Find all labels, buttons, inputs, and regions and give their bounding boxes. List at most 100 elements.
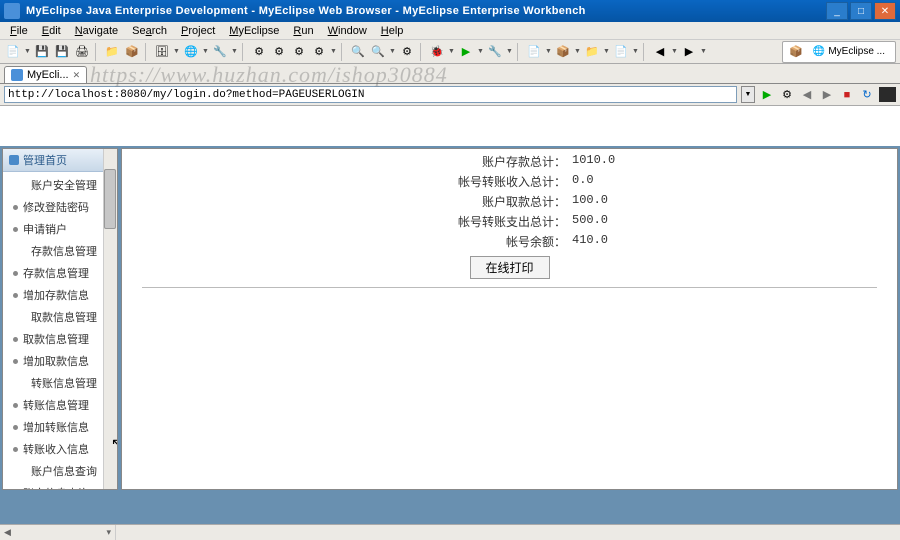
forward-icon[interactable]: ▶ bbox=[680, 43, 698, 61]
back-icon[interactable]: ◀ bbox=[799, 87, 815, 103]
dropdown-icon[interactable]: ▼ bbox=[202, 48, 209, 55]
db-icon[interactable]: 🗄 bbox=[153, 43, 171, 61]
sidebar-item-2[interactable]: 申请销户 bbox=[3, 218, 117, 240]
debug-icon[interactable]: 🐞 bbox=[428, 43, 446, 61]
sidebar-item-label: 取款信息管理 bbox=[23, 331, 89, 347]
dropdown-icon[interactable]: ▼ bbox=[389, 48, 396, 55]
stop-icon[interactable]: ■ bbox=[839, 87, 855, 103]
address-bar: ▼ ▶ ⚙ ◀ ▶ ■ ↻ bbox=[0, 84, 900, 106]
sidebar-item-4[interactable]: 存款信息管理 bbox=[3, 262, 117, 284]
gear-icon[interactable]: ⚙ bbox=[270, 43, 288, 61]
pkg-icon[interactable]: 📦 bbox=[123, 43, 141, 61]
run-icon[interactable]: ▶ bbox=[457, 43, 475, 61]
search-icon[interactable]: 🔍 bbox=[349, 43, 367, 61]
sidebar-item-0[interactable]: 账户安全管理 bbox=[3, 174, 117, 196]
perspective-globe-icon: 🌐 bbox=[813, 46, 825, 57]
dropdown-icon[interactable]: ▼ bbox=[671, 48, 678, 55]
menu-run[interactable]: Run bbox=[287, 24, 319, 38]
globe-icon[interactable]: 🌐 bbox=[182, 43, 200, 61]
menu-navigate[interactable]: Navigate bbox=[69, 24, 124, 38]
new-project-icon[interactable]: 📦 bbox=[554, 43, 572, 61]
save-icon[interactable]: 💾 bbox=[33, 43, 51, 61]
sidebar-item-12[interactable]: 转账收入信息 bbox=[3, 438, 117, 460]
stat-row-1: 帐号转账收入总计：0.0 bbox=[142, 173, 877, 190]
dropdown-icon[interactable]: ▼ bbox=[330, 48, 337, 55]
gear-icon[interactable]: ⚙ bbox=[310, 43, 328, 61]
chevron-down-icon[interactable]: ▾ bbox=[106, 527, 111, 538]
print-icon[interactable]: 🖨 bbox=[73, 43, 91, 61]
menu-search[interactable]: Search bbox=[126, 24, 173, 38]
perspective-icon[interactable]: 📦 bbox=[787, 43, 805, 61]
perspective-switcher[interactable]: 📦 🌐MyEclipse ... bbox=[782, 41, 896, 63]
sidebar-item-11[interactable]: 增加转账信息 bbox=[3, 416, 117, 438]
url-dropdown[interactable]: ▼ bbox=[741, 86, 755, 103]
menu-edit[interactable]: Edit bbox=[36, 24, 67, 38]
gear-icon[interactable]: ⚙ bbox=[250, 43, 268, 61]
sidebar-item-8[interactable]: 增加取款信息 bbox=[3, 350, 117, 372]
new-icon[interactable]: 📄 bbox=[4, 43, 22, 61]
sidebar-item-5[interactable]: 增加存款信息 bbox=[3, 284, 117, 306]
new-folder-icon[interactable]: 📁 bbox=[583, 43, 601, 61]
ext-icon[interactable]: 🔧 bbox=[211, 43, 229, 61]
dropdown-icon[interactable]: ▼ bbox=[632, 48, 639, 55]
url-input[interactable] bbox=[4, 86, 737, 103]
sidebar-header[interactable]: 管理首页 bbox=[3, 149, 117, 172]
sidebar-item-10[interactable]: 转账信息管理 bbox=[3, 394, 117, 416]
sidebar-header-label: 管理首页 bbox=[23, 152, 67, 168]
menu-project[interactable]: Project bbox=[175, 24, 221, 38]
dropdown-icon[interactable]: ▼ bbox=[545, 48, 552, 55]
sidebar-item-label: 增加存款信息 bbox=[23, 287, 89, 303]
refresh-icon[interactable]: ↻ bbox=[859, 87, 875, 103]
gear-icon[interactable]: ⚙ bbox=[290, 43, 308, 61]
ext-run-icon[interactable]: 🔧 bbox=[486, 43, 504, 61]
tab-close-icon[interactable]: ✕ bbox=[73, 70, 81, 81]
dropdown-icon[interactable]: ▼ bbox=[448, 48, 455, 55]
sidebar-item-9[interactable]: 转账信息管理 bbox=[3, 372, 117, 394]
sidebar-item-7[interactable]: 取款信息管理 bbox=[3, 328, 117, 350]
new-file-icon[interactable]: 📄 bbox=[612, 43, 630, 61]
menu-file[interactable]: File bbox=[4, 24, 34, 38]
menu-window[interactable]: Window bbox=[322, 24, 373, 38]
menu-help[interactable]: Help bbox=[375, 24, 410, 38]
chevron-left-icon[interactable]: ◀ bbox=[4, 527, 11, 538]
app-icon bbox=[4, 3, 20, 19]
tab-browser[interactable]: MyEcli... ✕ bbox=[4, 66, 87, 83]
maximize-button[interactable]: □ bbox=[850, 2, 872, 20]
toolbar: 📄▼ 💾 💾 🖨 📁 📦 🗄▼ 🌐▼ 🔧▼ ⚙ ⚙ ⚙ ⚙▼ 🔍 🔍▼ ⚙ 🐞▼… bbox=[0, 40, 900, 64]
sidebar-item-13[interactable]: 账户信息查询 bbox=[3, 460, 117, 482]
sidebar-item-6[interactable]: 取款信息管理 bbox=[3, 306, 117, 328]
sidebar-item-label: 申请销户 bbox=[23, 221, 67, 237]
new-wizard-icon[interactable]: 📄 bbox=[525, 43, 543, 61]
sidebar-item-label: 存款信息管理 bbox=[31, 243, 97, 259]
minimize-button[interactable]: _ bbox=[826, 2, 848, 20]
go-icon[interactable]: ▶ bbox=[759, 87, 775, 103]
home-icon[interactable] bbox=[879, 87, 896, 102]
dropdown-icon[interactable]: ▼ bbox=[506, 48, 513, 55]
dropdown-icon[interactable]: ▼ bbox=[231, 48, 238, 55]
sidebar-scrollbar[interactable] bbox=[103, 149, 117, 489]
scrollbar-thumb[interactable] bbox=[104, 169, 116, 229]
bullet-icon bbox=[13, 403, 18, 408]
close-button[interactable]: ✕ bbox=[874, 2, 896, 20]
dropdown-icon[interactable]: ▼ bbox=[24, 48, 31, 55]
dropdown-icon[interactable]: ▼ bbox=[574, 48, 581, 55]
forward-icon[interactable]: ▶ bbox=[819, 87, 835, 103]
search-icon[interactable]: 🔍 bbox=[369, 43, 387, 61]
dropdown-icon[interactable]: ▼ bbox=[173, 48, 180, 55]
menu-myeclipse[interactable]: MyEclipse bbox=[223, 24, 285, 38]
dropdown-icon[interactable]: ▼ bbox=[603, 48, 610, 55]
back-icon[interactable]: ◀ bbox=[651, 43, 669, 61]
folder-icon[interactable]: 📁 bbox=[103, 43, 121, 61]
stat-row-3: 帐号转账支出总计：500.0 bbox=[142, 213, 877, 230]
save-all-icon[interactable]: 💾 bbox=[53, 43, 71, 61]
sidebar-item-1[interactable]: 修改登陆密码 bbox=[3, 196, 117, 218]
gear-icon[interactable]: ⚙ bbox=[779, 87, 795, 103]
dropdown-icon[interactable]: ▼ bbox=[477, 48, 484, 55]
gear-icon[interactable]: ⚙ bbox=[398, 43, 416, 61]
stat-value: 500.0 bbox=[572, 213, 608, 230]
print-button[interactable]: 在线打印 bbox=[470, 256, 550, 279]
sidebar-item-3[interactable]: 存款信息管理 bbox=[3, 240, 117, 262]
sidebar-item-14[interactable]: 账户信息查询 bbox=[3, 482, 117, 490]
stat-value: 100.0 bbox=[572, 193, 608, 210]
dropdown-icon[interactable]: ▼ bbox=[700, 48, 707, 55]
